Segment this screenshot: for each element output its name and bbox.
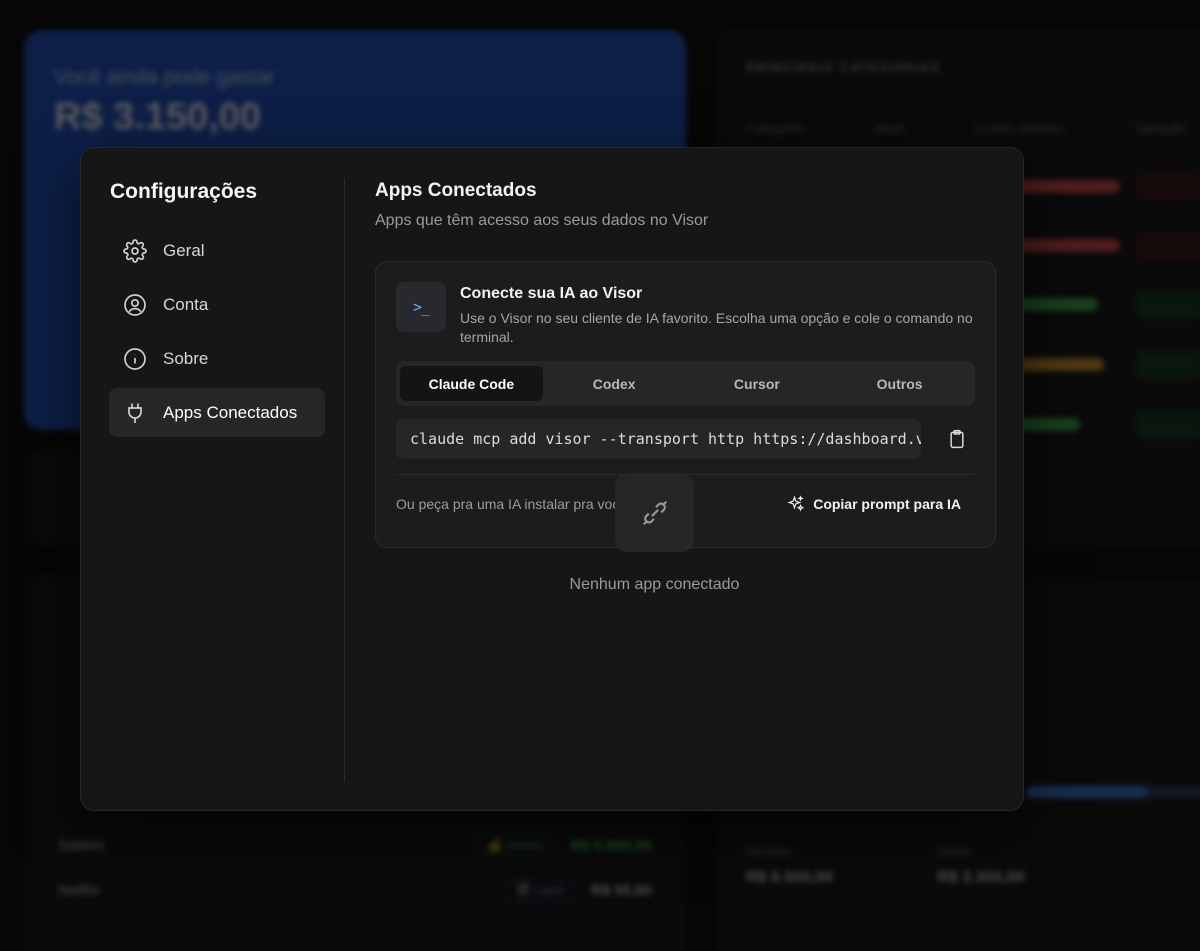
terminal-glyph: >_: [412, 298, 430, 316]
install-command[interactable]: claude mcp add visor --transport http ht…: [396, 419, 922, 459]
gear-icon: [123, 238, 147, 263]
sidebar-item-geral[interactable]: Geral: [109, 226, 325, 275]
empty-state: Nenhum app conectado: [344, 473, 965, 594]
user-circle-icon: [124, 293, 146, 316]
info-icon: [124, 347, 146, 370]
unplugged-icon: [615, 473, 694, 552]
ai-client-tabs: Claude Code Codex Cursor Outros: [396, 361, 975, 406]
page-title: Apps Conectados: [375, 180, 537, 201]
tab-cursor[interactable]: Cursor: [686, 366, 829, 401]
sidebar-item-sobre[interactable]: Sobre: [109, 334, 325, 383]
tab-claude-code[interactable]: Claude Code: [400, 366, 543, 401]
sidebar-item-label: Conta: [163, 294, 209, 314]
connect-ai-header: >_ Conecte sua IA ao Visor Use o Visor n…: [396, 282, 975, 347]
connect-ai-description: Use o Visor no seu cliente de IA favorit…: [460, 310, 973, 345]
plug-icon: [128, 403, 142, 423]
empty-state-text: Nenhum app conectado: [569, 576, 740, 593]
sidebar-item-label: Sobre: [163, 348, 209, 368]
clipboard-icon: [950, 429, 964, 449]
tab-outros[interactable]: Outros: [828, 366, 971, 401]
sidebar-item-apps-conectados[interactable]: Apps Conectados: [109, 388, 325, 437]
sidebar-item-conta[interactable]: Conta: [109, 280, 325, 329]
sidebar-item-label: Geral: [163, 240, 205, 260]
page-subtitle: Apps que têm acesso aos seus dados no Vi…: [375, 212, 709, 229]
settings-title: Configurações: [110, 180, 258, 203]
command-row: claude mcp add visor --transport http ht…: [396, 419, 975, 459]
copy-command-button[interactable]: [939, 421, 975, 457]
tab-codex[interactable]: Codex: [543, 366, 686, 401]
terminal-icon: >_: [396, 282, 446, 332]
connect-ai-title: Conecte sua IA ao Visor: [460, 285, 643, 302]
settings-sidebar: Configurações Geral Conta Sobre Apps Con…: [81, 178, 345, 782]
sidebar-item-label: Apps Conectados: [163, 402, 298, 422]
